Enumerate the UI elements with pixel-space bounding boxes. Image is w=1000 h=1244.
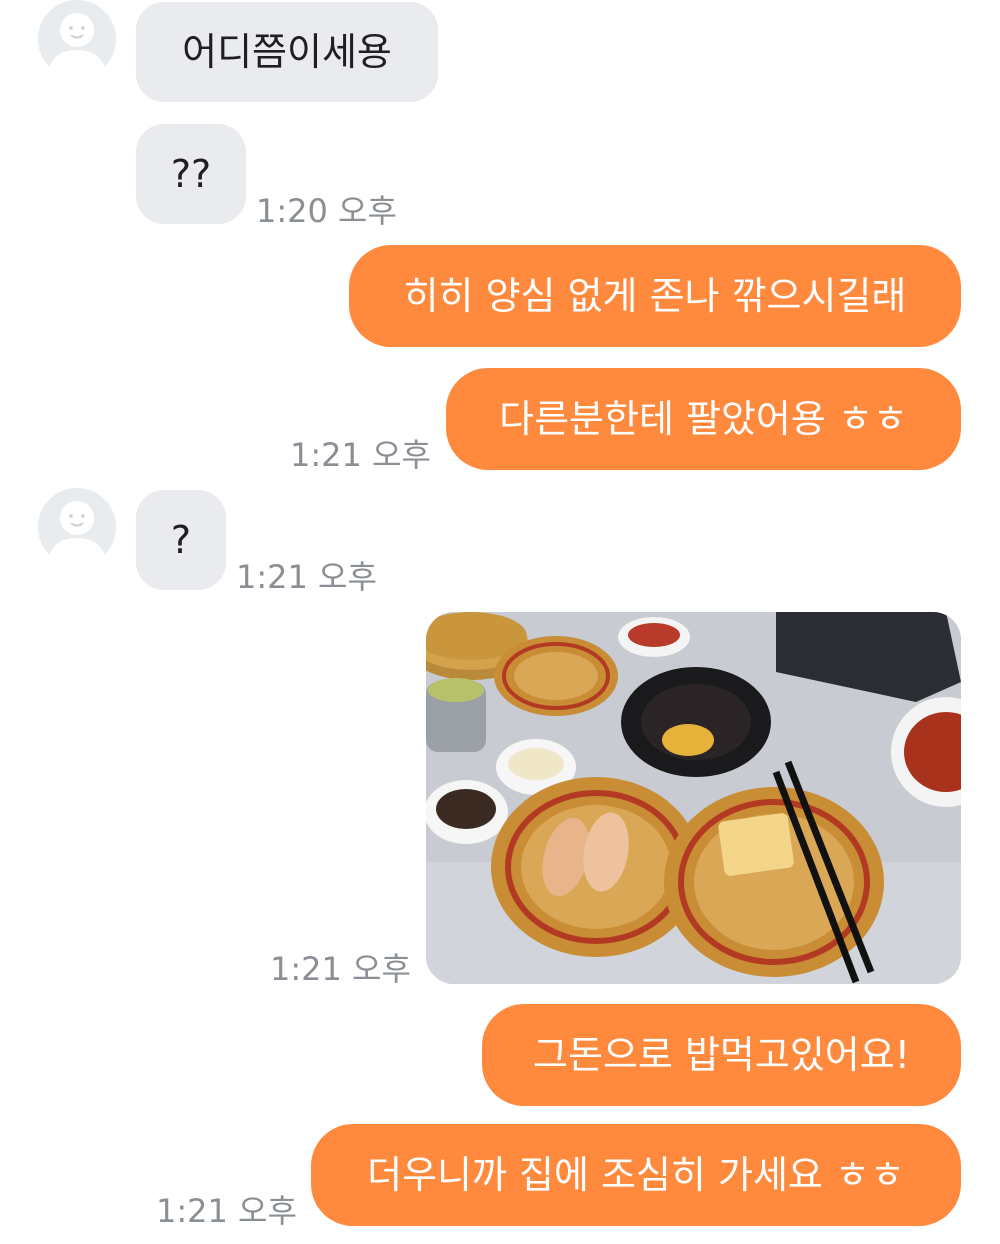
message-timestamp: 1:20 오후 xyxy=(256,192,397,230)
sushi-meal-photo xyxy=(426,612,961,984)
outgoing-message[interactable]: 다른분한테 팔았어용 ㅎㅎ xyxy=(446,368,961,470)
incoming-message[interactable]: 어디쯤이세용 xyxy=(136,2,438,102)
user-avatar-icon xyxy=(38,0,116,78)
outgoing-message[interactable]: 그돈으로 밥먹고있어요! xyxy=(482,1004,961,1106)
message-text: ? xyxy=(170,518,192,562)
incoming-message[interactable]: ? xyxy=(136,490,226,590)
outgoing-message[interactable]: 히히 양심 없게 존나 깎으시길래 xyxy=(349,245,961,347)
outgoing-message[interactable]: 더우니까 집에 조심히 가세요 ㅎㅎ xyxy=(311,1124,961,1226)
message-timestamp: 1:21 오후 xyxy=(270,950,411,988)
message-text: 히히 양심 없게 존나 깎으시길래 xyxy=(403,274,907,318)
message-timestamp: 1:21 오후 xyxy=(236,558,377,596)
user-avatar-icon xyxy=(38,488,116,566)
message-text: 더우니까 집에 조심히 가세요 ㅎㅎ xyxy=(367,1153,905,1197)
sender-avatar[interactable] xyxy=(38,488,116,566)
message-text: ?? xyxy=(170,152,212,196)
message-timestamp: 1:21 오후 xyxy=(156,1192,297,1230)
message-timestamp: 1:21 오후 xyxy=(290,436,431,474)
incoming-message[interactable]: ?? xyxy=(136,124,246,224)
sender-avatar[interactable] xyxy=(38,0,116,78)
message-text: 어디쯤이세용 xyxy=(182,30,392,74)
photo-message[interactable] xyxy=(426,612,961,984)
message-text: 다른분한테 팔았어용 ㅎㅎ xyxy=(499,397,908,441)
message-text: 그돈으로 밥먹고있어요! xyxy=(533,1033,910,1077)
